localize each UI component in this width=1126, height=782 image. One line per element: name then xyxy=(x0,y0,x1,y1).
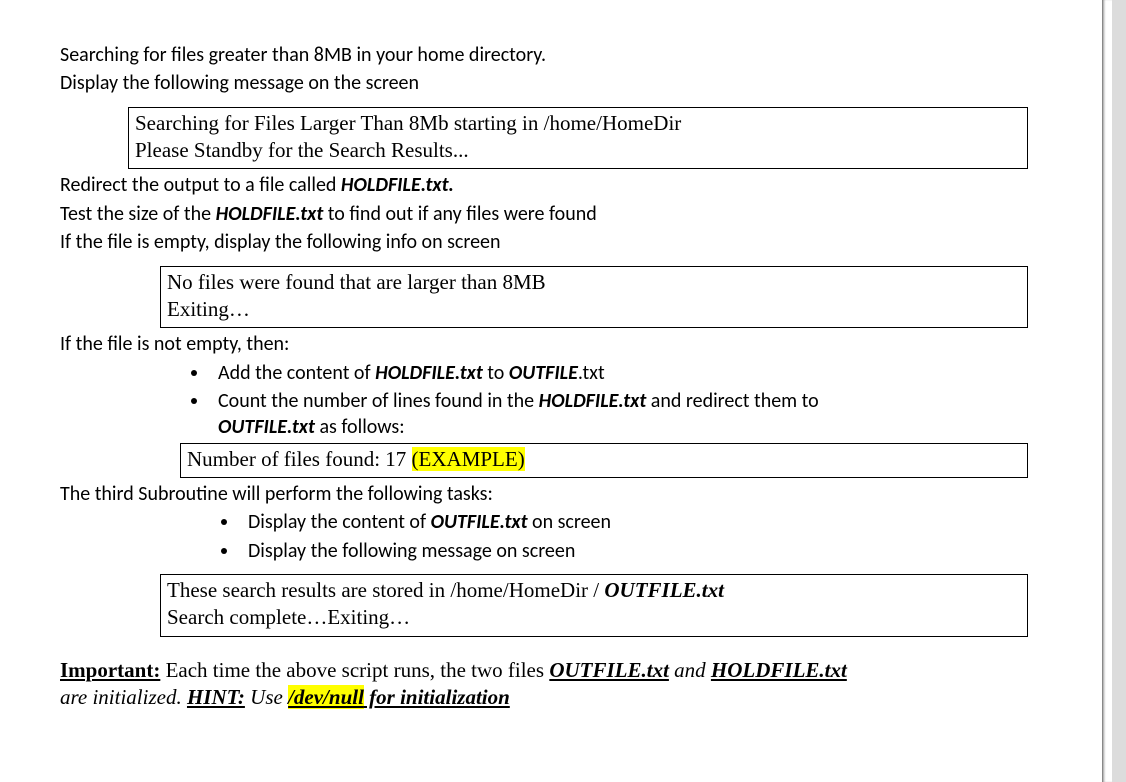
text-line: If the file is not empty, then: xyxy=(60,331,1040,357)
box-line: These search results are stored in /home… xyxy=(167,577,1021,604)
outfile-ref: OUTFILE xyxy=(509,361,578,385)
outfile-ref: OUTFILE.txt xyxy=(431,510,528,534)
text: Redirect the output to a file called xyxy=(60,173,341,197)
example-highlight: (EXAMPLE) xyxy=(412,447,525,471)
text-line: Test the size of the HOLDFILE.txt to fin… xyxy=(60,201,1040,227)
box-line: Searching for Files Larger Than 8Mb star… xyxy=(135,110,1021,137)
holdfile-ref: HOLDFILE.txt xyxy=(539,389,647,413)
text: are initialized. xyxy=(60,685,187,709)
bullet-list-2: Display the content of OUTFILE.txt on sc… xyxy=(240,509,1040,564)
scrollbar[interactable] xyxy=(1112,0,1126,782)
outfile-ref: OUTFILE.txt xyxy=(604,578,724,602)
message-box-1: Searching for Files Larger Than 8Mb star… xyxy=(128,107,1028,170)
box-line: Exiting… xyxy=(167,296,1021,323)
box-line: No files were found that are larger than… xyxy=(167,269,1021,296)
text: Display the content of xyxy=(248,510,431,534)
text: to find out if any files were found xyxy=(323,202,596,226)
box-line: Search complete…Exiting… xyxy=(167,604,1021,631)
important-note: Important: Each time the above script ru… xyxy=(60,657,1040,712)
holdfile-ref: HOLDFILE.txt xyxy=(216,202,324,226)
message-box-3: Number of files found: 17 (EXAMPLE) xyxy=(180,443,1028,478)
hint-label: HINT: xyxy=(187,685,245,709)
holdfile-ref: HOLDFILE.txt. xyxy=(341,173,454,197)
text: Count the number of lines found in the xyxy=(218,389,539,413)
text: Add the content of xyxy=(218,361,375,385)
holdfile-ref: HOLDFILE.txt xyxy=(375,361,483,385)
outfile-ref: OUTFILE.txt xyxy=(549,658,669,682)
text: on screen xyxy=(528,510,612,534)
text-line: Display the following message on the scr… xyxy=(60,70,1040,96)
text: Each time the above script runs, the two… xyxy=(160,658,549,682)
document-page: Searching for files greater than 8MB in … xyxy=(0,0,1100,734)
text: and redirect them to xyxy=(646,389,818,413)
text-line: Searching for files greater than 8MB in … xyxy=(60,42,1040,68)
list-item: Add the content of HOLDFILE.txt to OUTFI… xyxy=(210,360,1040,386)
text: Test the size of the xyxy=(60,202,216,226)
text: as follows: xyxy=(315,415,405,439)
message-box-2: No files were found that are larger than… xyxy=(160,266,1028,329)
text: These search results are stored in /home… xyxy=(167,578,604,602)
outfile-ref: OUTFILE.txt xyxy=(218,415,315,439)
list-item: Display the following message on screen xyxy=(240,538,1040,564)
box-line: Number of files found: 17 xyxy=(187,447,412,471)
box-line: Please Standby for the Search Results... xyxy=(135,137,1021,164)
list-item: Count the number of lines found in the H… xyxy=(210,388,1040,441)
holdfile-ref: HOLDFILE.txt xyxy=(711,658,847,682)
page-edge xyxy=(1102,0,1112,782)
text-line: Redirect the output to a file called HOL… xyxy=(60,172,1040,198)
text: .txt xyxy=(578,361,605,385)
text: for initialization xyxy=(364,685,510,709)
text-line: The third Subroutine will perform the fo… xyxy=(60,481,1040,507)
devnull-highlight: /dev/null xyxy=(288,685,364,709)
message-box-4: These search results are stored in /home… xyxy=(160,574,1028,637)
important-label: Important: xyxy=(60,658,160,682)
bullet-list: Add the content of HOLDFILE.txt to OUTFI… xyxy=(210,360,1040,441)
text: to xyxy=(483,361,509,385)
text-line: If the file is empty, display the follow… xyxy=(60,229,1040,255)
text: and xyxy=(669,658,711,682)
text: Use xyxy=(245,685,288,709)
list-item: Display the content of OUTFILE.txt on sc… xyxy=(240,509,1040,535)
